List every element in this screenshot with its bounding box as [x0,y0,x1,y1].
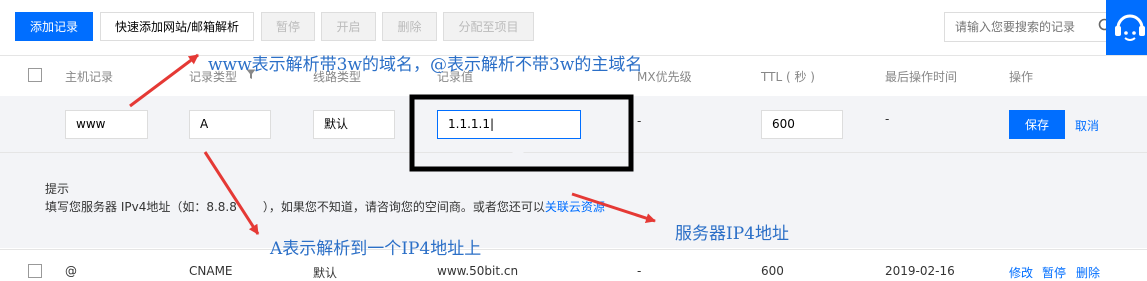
arrow-type [203,151,260,235]
annotation-overlay [129,53,656,235]
annotation-host: www表示解析带3w的域名，@表示解析不带3w的主域名 [208,55,643,75]
annotation-type: A表示解析到一个IP4地址上 [270,239,482,259]
annotation-value: 服务器IP4地址 [675,224,789,244]
highlight-box [409,94,634,172]
arrow-value [571,192,656,223]
arrow-host [129,53,199,108]
